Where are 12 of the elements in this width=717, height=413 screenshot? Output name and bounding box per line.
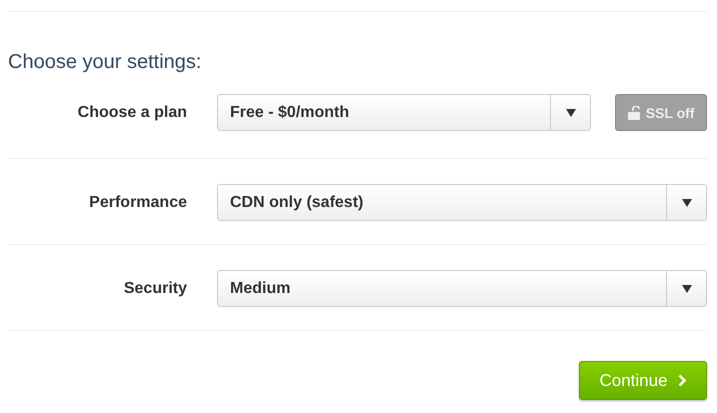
caret-icon — [566, 108, 576, 116]
dropdown[interactable]: Free - $0/month — [217, 94, 592, 131]
chevron-right-icon — [678, 374, 687, 387]
dropdown[interactable]: Medium — [217, 270, 707, 307]
setting-label: Security — [122, 280, 187, 298]
dropdown[interactable]: CDN only (safest) — [217, 184, 707, 221]
unlocked-lock-icon — [628, 106, 640, 120]
section-heading: Choose your settings: — [8, 50, 202, 74]
caret-icon — [682, 284, 692, 292]
setting-label: Performance — [88, 194, 187, 212]
caret-icon — [682, 198, 692, 206]
setting-label: Choose a plan — [76, 104, 187, 122]
